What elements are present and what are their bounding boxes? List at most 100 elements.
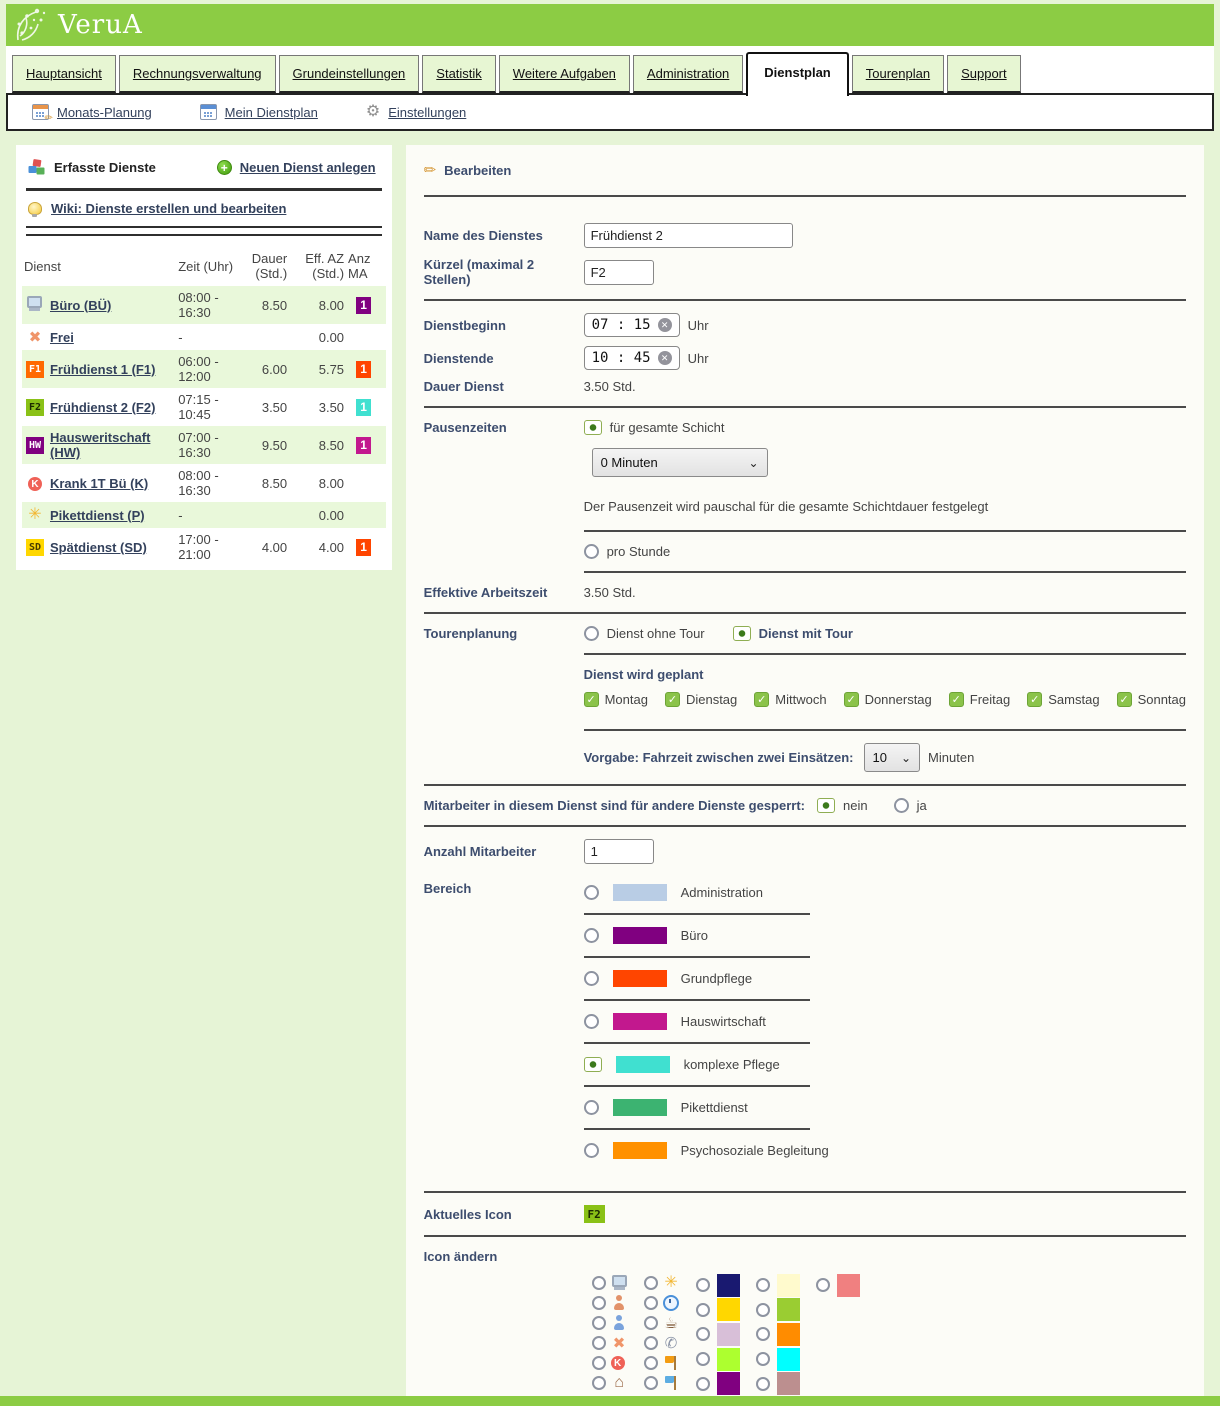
radio-selected[interactable] [817, 798, 835, 813]
icon-option-radio[interactable] [592, 1316, 606, 1330]
icon-option-radio[interactable] [592, 1336, 606, 1350]
tab-hauptansicht[interactable]: Hauptansicht [12, 55, 116, 93]
color-option[interactable] [756, 1371, 800, 1396]
weekday-checkbox-samstag[interactable]: ✓Samstag [1027, 692, 1099, 707]
color-swatch[interactable] [717, 1348, 740, 1371]
color-option-radio[interactable] [756, 1303, 770, 1317]
color-option[interactable] [816, 1273, 860, 1298]
checkbox-checked-icon[interactable]: ✓ [584, 692, 599, 707]
radio-unselected[interactable] [894, 798, 909, 813]
color-swatch[interactable] [717, 1274, 740, 1297]
service-link[interactable]: Hausweritschaft (HW) [50, 430, 150, 460]
color-option[interactable] [696, 1298, 740, 1323]
icon-option-radio[interactable] [644, 1356, 658, 1370]
service-link[interactable]: Spätdienst (SD) [50, 540, 147, 555]
radio-selected[interactable] [584, 420, 602, 435]
tab-grundeinstellungen[interactable]: Grundeinstellungen [279, 55, 420, 93]
bereich-option-psychosoziale-begleitung[interactable]: Psychosoziale Begleitung [584, 1130, 1186, 1171]
subnav-monats-planung[interactable]: ✏Monats-Planung [32, 104, 152, 120]
bereich-option-grundpflege[interactable]: Grundpflege [584, 958, 1186, 999]
color-option[interactable] [696, 1347, 740, 1372]
bereich-option-komplexe-pflege[interactable]: komplexe Pflege [584, 1044, 1186, 1085]
tab-rechnungsverwaltung[interactable]: Rechnungsverwaltung [119, 55, 276, 93]
fahrzeit-select[interactable]: 10⌄ [864, 743, 921, 772]
pause-stunde-radio[interactable]: pro Stunde [584, 544, 671, 559]
color-option-radio[interactable] [756, 1278, 770, 1292]
checkbox-checked-icon[interactable]: ✓ [754, 692, 769, 707]
color-option-radio[interactable] [696, 1327, 710, 1341]
color-option-radio[interactable] [756, 1327, 770, 1341]
dienstbeginn-input[interactable]: 07 : 15 ✕ [584, 313, 680, 337]
icon-option-radio[interactable] [644, 1276, 658, 1290]
icon-option-radio[interactable] [644, 1336, 658, 1350]
pause-schicht-radio[interactable]: für gesamte Schicht [584, 420, 725, 435]
icon-option-radio[interactable] [644, 1316, 658, 1330]
weekday-checkbox-sonntag[interactable]: ✓Sonntag [1117, 692, 1186, 707]
bereich-option-hauswirtschaft[interactable]: Hauswirtschaft [584, 1001, 1186, 1042]
icon-option-computer[interactable] [592, 1273, 628, 1293]
service-link[interactable]: Frühdienst 1 (F1) [50, 362, 155, 377]
bereich-option-pikettdienst[interactable]: Pikettdienst [584, 1087, 1186, 1128]
color-swatch[interactable] [777, 1348, 800, 1371]
icon-option-flag-orange[interactable] [644, 1353, 680, 1373]
bereich-radio[interactable] [584, 885, 599, 900]
color-option-radio[interactable] [756, 1377, 770, 1391]
subnav-einstellungen[interactable]: ⚙Einstellungen [366, 104, 466, 120]
bereich-radio[interactable] [584, 1057, 602, 1072]
color-option[interactable] [696, 1322, 740, 1347]
tab-dienstplan[interactable]: Dienstplan [746, 52, 848, 96]
color-option[interactable] [696, 1371, 740, 1396]
checkbox-checked-icon[interactable]: ✓ [844, 692, 859, 707]
color-option-radio[interactable] [696, 1303, 710, 1317]
color-swatch[interactable] [717, 1323, 740, 1346]
weekday-checkbox-donnerstag[interactable]: ✓Donnerstag [844, 692, 932, 707]
service-link[interactable]: Frühdienst 2 (F2) [50, 400, 155, 415]
tour-mit-radio[interactable]: Dienst mit Tour [733, 626, 853, 641]
radio-selected[interactable] [733, 626, 751, 641]
dienstende-input[interactable]: 10 : 45 ✕ [584, 346, 680, 370]
checkbox-checked-icon[interactable]: ✓ [1117, 692, 1132, 707]
tab-support[interactable]: Support [947, 55, 1021, 93]
checkbox-checked-icon[interactable]: ✓ [949, 692, 964, 707]
color-option-radio[interactable] [756, 1352, 770, 1366]
color-swatch[interactable] [777, 1323, 800, 1346]
icon-option-radio[interactable] [592, 1376, 606, 1390]
icon-option-radio[interactable] [592, 1276, 606, 1290]
color-swatch[interactable] [777, 1372, 800, 1395]
weekday-checkbox-montag[interactable]: ✓Montag [584, 692, 648, 707]
tab-weitere-aufgaben[interactable]: Weitere Aufgaben [499, 55, 630, 93]
color-swatch[interactable] [717, 1372, 740, 1395]
service-link[interactable]: Frei [50, 330, 74, 345]
icon-option-alarm-clock[interactable] [644, 1293, 680, 1313]
icon-option-coffee[interactable]: ☕ [644, 1313, 680, 1333]
bereich-radio[interactable] [584, 1100, 599, 1115]
bereich-radio[interactable] [584, 1143, 599, 1158]
color-option[interactable] [756, 1273, 800, 1298]
clear-time-icon[interactable]: ✕ [658, 351, 672, 365]
color-swatch[interactable] [777, 1274, 800, 1297]
color-option-radio[interactable] [696, 1352, 710, 1366]
icon-option-radio[interactable] [644, 1376, 658, 1390]
radio-unselected[interactable] [584, 544, 599, 559]
color-option[interactable] [696, 1273, 740, 1298]
gesperrt-nein-radio[interactable]: nein [817, 798, 868, 813]
radio-unselected[interactable] [584, 626, 599, 641]
name-input[interactable] [584, 223, 793, 248]
color-swatch[interactable] [717, 1298, 740, 1321]
icon-option-house[interactable]: ⌂ [592, 1373, 628, 1393]
tab-tourenplan[interactable]: Tourenplan [852, 55, 944, 93]
new-service-link[interactable]: Neuen Dienst anlegen [240, 160, 376, 175]
icon-option-radio[interactable] [644, 1296, 658, 1310]
clear-time-icon[interactable]: ✕ [658, 318, 672, 332]
icon-option-person-orange[interactable] [592, 1293, 628, 1313]
color-option[interactable] [756, 1347, 800, 1372]
subnav-mein-dienstplan[interactable]: Mein Dienstplan [200, 104, 318, 120]
icon-option-flag-blue[interactable] [644, 1373, 680, 1393]
color-swatch[interactable] [837, 1274, 860, 1297]
color-swatch[interactable] [777, 1298, 800, 1321]
weekday-checkbox-mittwoch[interactable]: ✓Mittwoch [754, 692, 826, 707]
service-link[interactable]: Büro (BÜ) [50, 298, 111, 313]
color-option-radio[interactable] [816, 1278, 830, 1292]
icon-option-x-cross[interactable]: ✖ [592, 1333, 628, 1353]
color-option-radio[interactable] [696, 1377, 710, 1391]
